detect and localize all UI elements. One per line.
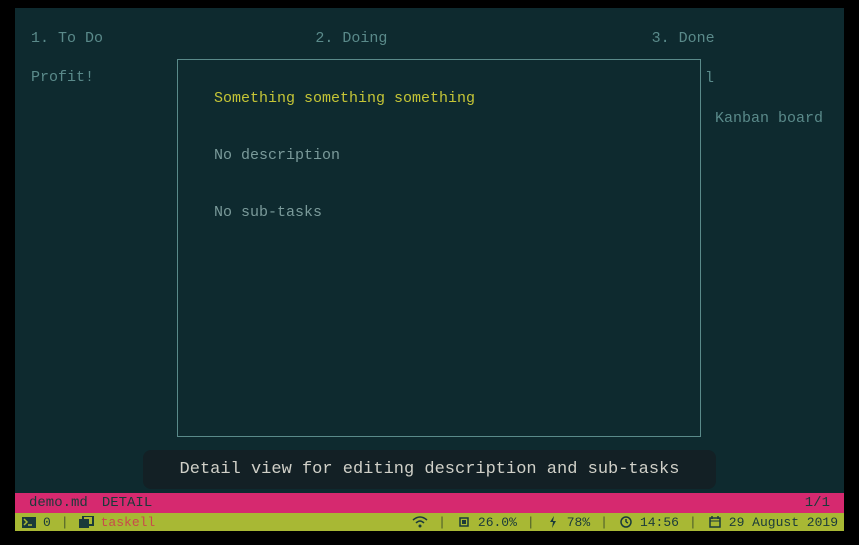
- statusbar-app: demo.md DETAIL 1/1: [15, 493, 844, 513]
- mode-indicator: DETAIL: [102, 495, 152, 511]
- column-header-todo[interactable]: 1. To Do: [31, 30, 207, 47]
- date-display: 29 August 2019: [729, 515, 838, 530]
- terminal-area: 1. To Do Profit! 2. Doing 3. Done l Kanb…: [15, 8, 844, 531]
- battery-level: 78%: [567, 515, 590, 530]
- windows-icon: [79, 515, 95, 529]
- terminal-icon: [21, 515, 37, 529]
- column-header-doing[interactable]: 2. Doing: [315, 30, 491, 47]
- wifi-icon: [412, 515, 428, 529]
- cpu-icon: [456, 515, 472, 529]
- truncated-text: l: [705, 70, 714, 87]
- calendar-icon: [707, 515, 723, 529]
- column-header-done[interactable]: 3. Done: [652, 30, 828, 47]
- bolt-icon: [545, 515, 561, 529]
- task-description[interactable]: No description: [214, 147, 664, 164]
- statusbar-tmux: 0 | taskell | 26.0% | 78% |: [15, 513, 844, 531]
- task-title[interactable]: Something something something: [214, 90, 664, 107]
- position-indicator: 1/1: [805, 495, 830, 511]
- session-name: taskell: [101, 515, 156, 530]
- caption-overlay: Detail view for editing description and …: [143, 450, 716, 489]
- file-name: demo.md: [29, 495, 88, 511]
- clock-icon: [618, 515, 634, 529]
- detail-panel[interactable]: Something something something No descrip…: [177, 59, 701, 437]
- time-display: 14:56: [640, 515, 679, 530]
- task-subtasks[interactable]: No sub-tasks: [214, 204, 664, 221]
- list-item[interactable]: Kanban board: [715, 110, 823, 127]
- window-index: 0: [43, 515, 51, 530]
- cpu-usage: 26.0%: [478, 515, 517, 530]
